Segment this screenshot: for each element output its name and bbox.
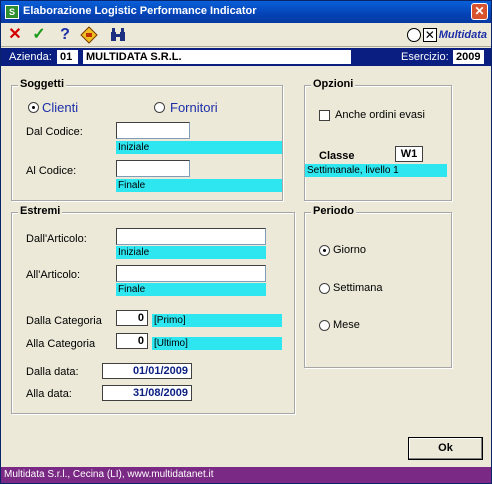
- dal-codice-desc: Iniziale: [116, 141, 282, 154]
- company-info-bar: Azienda: 01 MULTIDATA S.R.L. Esercizio: …: [1, 48, 491, 66]
- dalla-categoria-input[interactable]: 0: [116, 310, 148, 326]
- mese-label: Mese: [333, 319, 360, 331]
- al-codice-label: Al Codice:: [26, 165, 77, 177]
- toolbar: ✕ ✓ ? ✕ Multidata: [1, 23, 491, 47]
- dal-codice-input[interactable]: [116, 122, 190, 139]
- estremi-title: Estremi: [18, 205, 63, 217]
- fornitori-radio[interactable]: [154, 102, 165, 113]
- esercizio-label: Esercizio:: [401, 51, 449, 63]
- classe-desc: Settimanale, livello 1: [305, 164, 447, 177]
- anche-ordini-checkbox[interactable]: [319, 110, 330, 121]
- mese-radio[interactable]: [319, 320, 330, 331]
- close-button[interactable]: ✕: [471, 3, 488, 20]
- estremi-group: Estremi Dall'Articolo: Iniziale All'Arti…: [11, 205, 295, 414]
- alla-categoria-input[interactable]: 0: [116, 333, 148, 349]
- multidata-logo: ✕ Multidata: [406, 26, 487, 44]
- circle-logo-icon: [406, 28, 421, 42]
- window-title: Elaborazione Logistic Performance Indica…: [23, 5, 257, 17]
- clienti-label: Clienti: [42, 100, 79, 115]
- classe-label: Classe: [319, 150, 355, 162]
- periodo-title: Periodo: [311, 205, 356, 217]
- binoculars-icon[interactable]: [109, 26, 127, 44]
- alla-categoria-desc: [Ultimo]: [152, 337, 282, 350]
- dall-articolo-label: Dall'Articolo:: [26, 233, 87, 245]
- al-codice-input[interactable]: [116, 160, 190, 177]
- soggetti-title: Soggetti: [18, 78, 66, 90]
- cancel-icon[interactable]: ✕: [6, 26, 24, 44]
- diamond-tool-icon[interactable]: [80, 26, 98, 44]
- status-bar: Multidata S.r.l., Cecina (LI), www.multi…: [1, 467, 491, 483]
- soggetti-group: Soggetti Clienti Fornitori Dal Codice: I…: [11, 78, 283, 201]
- settimana-radio[interactable]: [319, 283, 330, 294]
- clienti-radio[interactable]: [28, 102, 39, 113]
- dall-articolo-desc: Iniziale: [116, 246, 266, 259]
- dalla-data-label: Dalla data:: [26, 366, 79, 378]
- help-icon[interactable]: ?: [56, 26, 74, 44]
- app-window: S Elaborazione Logistic Performance Indi…: [0, 0, 492, 484]
- esercizio-value: 2009: [453, 50, 484, 64]
- alla-data-label: Alla data:: [26, 388, 72, 400]
- alla-categoria-label: Alla Categoria: [26, 338, 96, 350]
- title-bar: S Elaborazione Logistic Performance Indi…: [1, 1, 491, 23]
- anche-ordini-label: Anche ordini evasi: [335, 109, 425, 121]
- dall-articolo-input[interactable]: [116, 228, 266, 245]
- dalla-categoria-desc: [Primo]: [152, 314, 282, 327]
- dalla-data-input[interactable]: 01/01/2009: [102, 363, 192, 379]
- logo-text: Multidata: [438, 29, 487, 41]
- periodo-group: Periodo Giorno Settimana Mese: [304, 205, 452, 368]
- classe-input[interactable]: W1: [395, 146, 423, 162]
- dalla-categoria-label: Dalla Categoria: [26, 315, 102, 327]
- opzioni-group: Opzioni Anche ordini evasi Classe W1 Set…: [304, 78, 452, 201]
- all-articolo-label: All'Articolo:: [26, 269, 81, 281]
- azienda-label: Azienda:: [9, 51, 52, 63]
- alla-data-input[interactable]: 31/08/2009: [102, 385, 192, 401]
- azienda-name: MULTIDATA S.R.L.: [83, 50, 351, 64]
- app-icon: S: [5, 5, 19, 19]
- settimana-label: Settimana: [333, 282, 383, 294]
- ok-button[interactable]: Ok: [408, 437, 483, 460]
- al-codice-desc: Finale: [116, 179, 282, 192]
- azienda-code: 01: [57, 50, 78, 64]
- all-articolo-desc: Finale: [116, 283, 266, 296]
- opzioni-title: Opzioni: [311, 78, 356, 90]
- dal-codice-label: Dal Codice:: [26, 126, 83, 138]
- fornitori-label: Fornitori: [170, 100, 218, 115]
- cross-logo-icon: ✕: [422, 28, 437, 42]
- giorno-radio[interactable]: [319, 245, 330, 256]
- confirm-check-icon[interactable]: ✓: [30, 26, 48, 44]
- giorno-label: Giorno: [333, 244, 367, 256]
- all-articolo-input[interactable]: [116, 265, 266, 282]
